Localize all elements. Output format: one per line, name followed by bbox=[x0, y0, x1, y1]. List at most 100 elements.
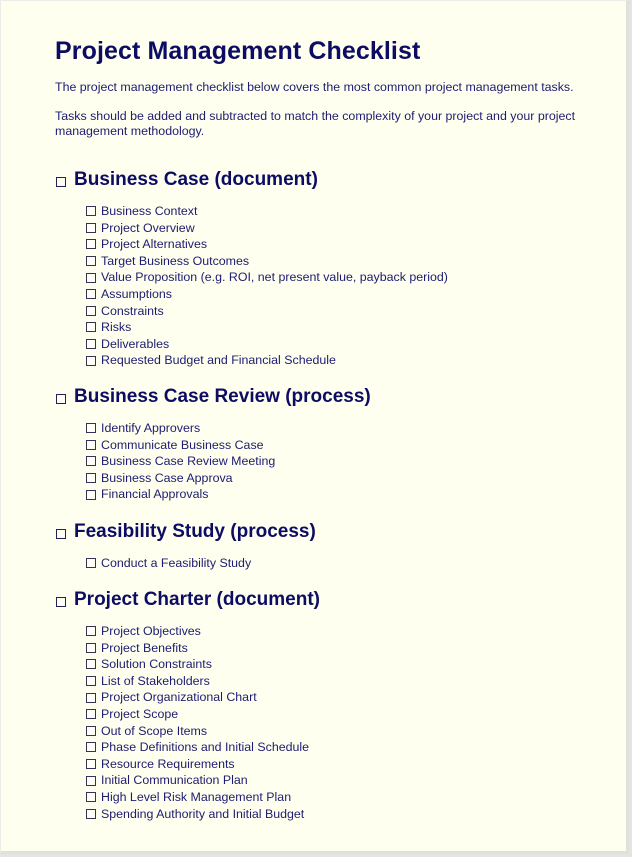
checklist-item[interactable]: Communicate Business Case bbox=[86, 437, 371, 454]
checklist-item-label: Project Scope bbox=[101, 706, 179, 721]
checklist-item-label: Initial Communication Plan bbox=[101, 773, 248, 788]
checkbox-icon[interactable] bbox=[86, 355, 96, 366]
checkbox-icon[interactable] bbox=[56, 393, 66, 404]
checklist-item-label: Project Organizational Chart bbox=[101, 690, 257, 705]
document-content: Project Management Checklist The project… bbox=[55, 36, 605, 821]
checklist-item[interactable]: Financial Approvals bbox=[86, 486, 371, 503]
checklist-item[interactable]: Constraints bbox=[86, 303, 448, 320]
checklist-item[interactable]: List of Stakeholders bbox=[86, 673, 320, 690]
section-heading[interactable]: Business Case (document) bbox=[55, 168, 448, 192]
checkbox-icon[interactable] bbox=[86, 626, 96, 637]
checkbox-icon[interactable] bbox=[86, 339, 96, 350]
checkbox-icon[interactable] bbox=[86, 256, 96, 267]
checkbox-icon[interactable] bbox=[56, 176, 66, 187]
checkbox-icon[interactable] bbox=[86, 759, 96, 770]
checklist-items: Conduct a Feasibility Study bbox=[86, 555, 316, 572]
checklist-item[interactable]: Initial Communication Plan bbox=[86, 772, 320, 789]
checklist-item[interactable]: Project Organizational Chart bbox=[86, 689, 320, 706]
checklist-item-label: Conduct a Feasibility Study bbox=[101, 556, 252, 570]
checklist-item-label: High Level Risk Management Plan bbox=[101, 789, 292, 804]
section-heading-text: Business Case Review (process) bbox=[74, 386, 371, 407]
checklist-item[interactable]: High Level Risk Management Plan bbox=[86, 789, 320, 806]
checklist-item-label: Solution Constraints bbox=[101, 657, 212, 672]
checkbox-icon[interactable] bbox=[86, 239, 96, 250]
checklist-item[interactable]: Spending Authority and Initial Budget bbox=[86, 806, 320, 823]
checkbox-icon[interactable] bbox=[86, 322, 96, 333]
checkbox-icon[interactable] bbox=[86, 725, 96, 736]
checkbox-icon[interactable] bbox=[86, 692, 96, 703]
checklist-section-project-charter: Project Charter (document) Project Objec… bbox=[55, 588, 320, 822]
checklist-item[interactable]: Project Overview bbox=[86, 220, 448, 237]
checkbox-icon[interactable] bbox=[86, 206, 96, 217]
checklist-item[interactable]: Risks bbox=[86, 319, 448, 336]
checkbox-icon[interactable] bbox=[86, 289, 96, 300]
checklist-item-label: Constraints bbox=[101, 303, 164, 318]
checkbox-icon[interactable] bbox=[86, 473, 96, 484]
section-heading[interactable]: Feasibility Study (process) bbox=[55, 520, 316, 544]
checkbox-icon[interactable] bbox=[86, 456, 96, 467]
checklist-item-label: Business Case Approva bbox=[101, 470, 233, 485]
checklist-item-label: Requested Budget and Financial Schedule bbox=[101, 353, 336, 368]
checklist-item[interactable]: Business Context bbox=[86, 203, 448, 220]
checklist-item[interactable]: Value Proposition (e.g. ROI, net present… bbox=[86, 269, 448, 286]
checklist-item-label: Identify Approvers bbox=[101, 421, 201, 435]
checklist-item[interactable]: Business Case Review Meeting bbox=[86, 453, 371, 470]
checklist-section-business-case: Business Case (document) Business Contex… bbox=[55, 168, 448, 369]
checkbox-icon[interactable] bbox=[86, 489, 96, 500]
checklist-item[interactable]: Resource Requirements bbox=[86, 756, 320, 773]
checklist-item-label: Deliverables bbox=[101, 336, 170, 351]
checklist-item[interactable]: Project Scope bbox=[86, 706, 320, 723]
checkbox-icon[interactable] bbox=[86, 423, 96, 434]
checkbox-icon[interactable] bbox=[86, 305, 96, 316]
checkbox-icon[interactable] bbox=[86, 775, 96, 786]
checkbox-icon[interactable] bbox=[86, 808, 96, 819]
checklist-item[interactable]: Assumptions bbox=[86, 286, 448, 303]
checkbox-icon[interactable] bbox=[86, 792, 96, 803]
checklist-item[interactable]: Phase Definitions and Initial Schedule bbox=[86, 739, 320, 756]
checklist-item-label: Assumptions bbox=[101, 286, 172, 301]
checklist-item[interactable]: Target Business Outcomes bbox=[86, 253, 448, 270]
checklist-items: Identify Approvers Communicate Business … bbox=[86, 420, 371, 503]
intro-paragraph: Tasks should be added and subtracted to … bbox=[55, 109, 576, 138]
checkbox-icon[interactable] bbox=[86, 676, 96, 687]
checklist-item-label: Business Case Review Meeting bbox=[101, 454, 276, 469]
checklist-item-label: Target Business Outcomes bbox=[101, 253, 250, 268]
checkbox-icon[interactable] bbox=[86, 222, 96, 233]
checklist-item-label: Communicate Business Case bbox=[101, 437, 264, 452]
checkbox-icon[interactable] bbox=[86, 659, 96, 670]
checkbox-icon[interactable] bbox=[86, 439, 96, 450]
checkbox-icon[interactable] bbox=[56, 528, 66, 539]
checkbox-icon[interactable] bbox=[56, 596, 66, 607]
checklist-items: Project Objectives Project Benefits Solu… bbox=[86, 623, 320, 822]
checkbox-icon[interactable] bbox=[86, 709, 96, 720]
checklist-item-label: Project Benefits bbox=[101, 640, 188, 655]
checklist-item[interactable]: Requested Budget and Financial Schedule bbox=[86, 352, 448, 369]
checklist-item[interactable]: Conduct a Feasibility Study bbox=[86, 555, 316, 572]
checklist-item[interactable]: Project Alternatives bbox=[86, 236, 448, 253]
checklist-item-label: Financial Approvals bbox=[101, 487, 209, 502]
checklist-item[interactable]: Project Objectives bbox=[86, 623, 320, 640]
checklist-section-feasibility-study: Feasibility Study (process) Conduct a Fe… bbox=[55, 520, 316, 572]
checklist-item[interactable]: Solution Constraints bbox=[86, 656, 320, 673]
checklist-item[interactable]: Business Case Approva bbox=[86, 470, 371, 487]
checkbox-icon[interactable] bbox=[86, 642, 96, 653]
section-heading[interactable]: Business Case Review (process) bbox=[55, 385, 371, 409]
checklist-item[interactable]: Out of Scope Items bbox=[86, 723, 320, 740]
checkbox-icon[interactable] bbox=[86, 558, 96, 569]
section-heading[interactable]: Project Charter (document) bbox=[55, 588, 320, 612]
checklist-items: Business Context Project Overview Projec… bbox=[86, 203, 448, 369]
checklist-item[interactable]: Identify Approvers bbox=[86, 420, 371, 437]
checklist-item-label: Business Context bbox=[101, 204, 198, 218]
section-heading-text: Project Charter (document) bbox=[74, 589, 320, 610]
checklist-item[interactable]: Project Benefits bbox=[86, 640, 320, 657]
checklist-item-label: Project Overview bbox=[101, 220, 195, 235]
section-heading-text: Business Case (document) bbox=[74, 169, 318, 190]
checklist-item-label: Project Objectives bbox=[101, 624, 201, 638]
checklist-item-label: Phase Definitions and Initial Schedule bbox=[101, 740, 310, 755]
checklist-item-label: Out of Scope Items bbox=[101, 723, 208, 738]
checklist-item-label: Project Alternatives bbox=[101, 237, 208, 252]
checklist-item[interactable]: Deliverables bbox=[86, 336, 448, 353]
document-page: Project Management Checklist The project… bbox=[0, 0, 629, 854]
checkbox-icon[interactable] bbox=[86, 742, 96, 753]
checkbox-icon[interactable] bbox=[86, 272, 96, 283]
